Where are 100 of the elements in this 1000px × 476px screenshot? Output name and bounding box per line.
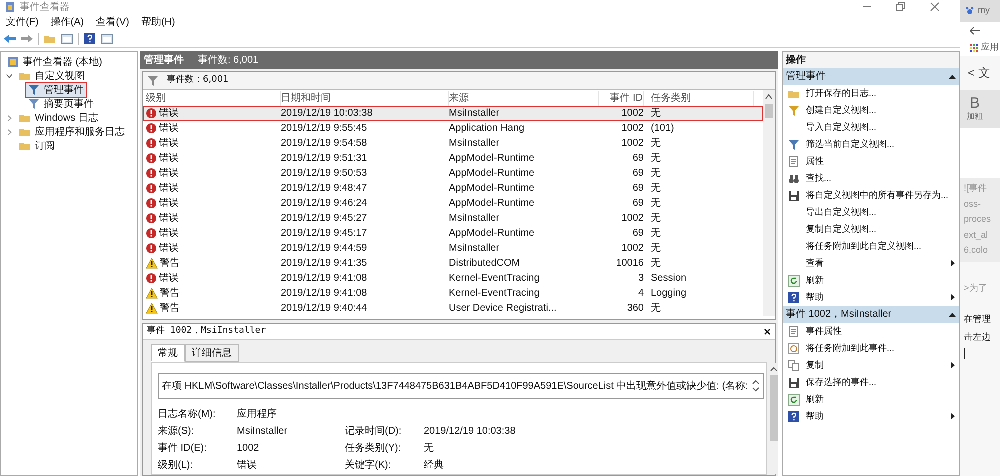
error-icon [146, 108, 157, 119]
action-item[interactable]: 将任务附加到此事件... [783, 340, 959, 357]
spin-arrows-icon[interactable] [752, 379, 760, 393]
collapse-caret-icon[interactable] [949, 74, 956, 79]
table-cell-text: 无 [650, 257, 662, 271]
table-cell-text: 无 [650, 242, 662, 256]
close-button[interactable]: × [764, 326, 771, 338]
action-item[interactable]: 筛选当前自定义视图... [783, 136, 959, 153]
table-cell-text: 无 [650, 227, 662, 241]
table-row[interactable]: 警告 2019/12/19 9:41:35 DistributedCOM 10016 无 [143, 256, 763, 271]
bold-button[interactable]: B [970, 96, 980, 110]
table-row[interactable]: 错误 2019/12/19 9:54:58 MsiInstaller 1002 无 [143, 136, 763, 151]
table-row[interactable]: 错误 2019/12/19 9:46:24 AppModel-Runtime 69 无 [143, 196, 763, 211]
tree-item[interactable]: 摘要页事件 [26, 97, 96, 111]
scrollbar[interactable] [770, 363, 778, 474]
table-row[interactable]: 错误 2019/12/19 9:45:27 MsiInstaller 1002 无 [143, 211, 763, 226]
error-icon [146, 138, 157, 149]
forward-arrow-icon[interactable] [21, 34, 33, 44]
scrollbar[interactable] [763, 90, 775, 316]
document-icon [788, 156, 800, 168]
table-row[interactable]: 错误 2019/12/19 10:03:38 MsiInstaller 1002 无 [143, 106, 763, 121]
table-cell-text: AppModel-Runtime [449, 227, 536, 241]
action-item[interactable]: 帮助 [783, 289, 959, 306]
table-row[interactable]: 警告 2019/12/19 9:41:08 Kernel-EventTracing 4 Logging [143, 286, 763, 301]
table-row[interactable]: 错误 2019/12/19 9:44:59 MsiInstaller 1002 无 [143, 241, 763, 256]
back-link[interactable]: < 文 [968, 64, 990, 82]
table-row[interactable]: 警告 2019/12/19 9:40:44 User Device Registrati... 360 无 [143, 301, 763, 316]
table-cell-text: Kernel-EventTracing [449, 287, 541, 301]
table-row[interactable]: 错误 2019/12/19 9:48:47 AppModel-Runtime 69 无 [143, 181, 763, 196]
code-line: 6,colo [964, 244, 990, 257]
menu-item[interactable]: 查看(V) [96, 14, 130, 30]
scroll-thumb[interactable] [770, 375, 778, 441]
menu-item[interactable]: 文件(F) [6, 14, 39, 30]
table-cell: 错误 [146, 181, 281, 196]
menu-item[interactable]: 帮助(H) [141, 14, 176, 30]
action-item[interactable]: 导出自定义视图... [783, 204, 959, 221]
folder-icon [19, 140, 31, 152]
action-item[interactable]: 复制 [783, 357, 959, 374]
table-row[interactable]: 错误 2019/12/19 9:51:31 AppModel-Runtime 69 无 [143, 151, 763, 166]
tree-item[interactable]: 事件查看器 (本地) [5, 55, 104, 69]
section-header[interactable]: 管理事件 [783, 68, 959, 85]
submenu-arrow-icon [951, 294, 955, 301]
error-icon [146, 213, 157, 224]
error-icon [146, 123, 157, 134]
table-row[interactable]: 错误 2019/12/19 9:41:08 Kernel-EventTracing 3 Session [143, 271, 763, 286]
back-arrow-icon[interactable] [4, 34, 16, 44]
tree-item[interactable]: Windows 日志 [17, 111, 100, 125]
event-viewer-icon [7, 56, 19, 68]
refresh-icon [788, 274, 800, 286]
table-cell-text: 2019/12/19 9:55:45 [281, 122, 368, 136]
field-value: 应用程序 [237, 408, 278, 420]
action-item[interactable]: 创建自定义视图... [783, 102, 959, 119]
action-item[interactable]: 刷新 [783, 391, 959, 408]
close-icon[interactable] [930, 2, 940, 12]
action-item[interactable]: 查看 [783, 255, 959, 272]
table-row[interactable]: 错误 2019/12/19 9:55:45 Application Hang 1002 (101) [143, 121, 763, 136]
error-icon [146, 198, 157, 209]
action-item[interactable]: 将自定义视图中的所有事件另存为... [783, 187, 959, 204]
menu-item[interactable]: 操作(A) [50, 14, 84, 30]
action-item[interactable]: 属性 [783, 153, 959, 170]
scroll-thumb[interactable] [765, 104, 773, 118]
restore-icon[interactable] [896, 2, 906, 12]
section-header[interactable]: 事件 1002，MsiInstaller [783, 306, 959, 323]
action-item[interactable]: 复制自定义视图... [783, 221, 959, 238]
action-item[interactable]: 打开保存的日志... [783, 85, 959, 102]
action-item[interactable]: 事件属性 [783, 323, 959, 340]
title-input[interactable] [960, 128, 1000, 178]
back-icon[interactable] [970, 27, 980, 35]
collapse-caret-icon[interactable] [949, 312, 956, 317]
table-cell-text: 69 [632, 167, 644, 181]
error-icon [146, 273, 157, 284]
details-title: 事件 1002，MsiInstaller [147, 324, 266, 338]
table-cell-text: 2019/12/19 9:54:58 [281, 137, 368, 151]
table-cell-text: MsiInstaller [449, 107, 501, 121]
browser-tab[interactable]: my [978, 4, 990, 18]
refresh-icon [788, 394, 800, 406]
table-row[interactable]: 错误 2019/12/19 9:45:17 AppModel-Runtime 69 无 [143, 226, 763, 241]
error-icon [146, 183, 157, 194]
table-cell-text: 2019/12/19 9:50:53 [281, 167, 368, 181]
action-item[interactable]: 刷新 [783, 272, 959, 289]
tab[interactable]: 详细信息 [185, 344, 239, 362]
message-field[interactable]: 在项 HKLM\Software\Classes\Installer\Products\13F7448475B631B4ABF5D410F99A591E\SourceList 中出现意外值或缺少值: (名称: [158, 373, 764, 399]
table-cell-text: MsiInstaller [449, 137, 501, 151]
tree-item[interactable]: 管理事件 [26, 83, 86, 97]
warning-icon [146, 288, 158, 299]
apps-grid-icon[interactable] [970, 44, 978, 52]
tree-item[interactable]: 应用程序和服务日志 [17, 125, 127, 139]
action-item[interactable]: 帮助 [783, 408, 959, 425]
tab[interactable]: 常规 [151, 344, 185, 362]
table-cell-text: 69 [632, 152, 644, 166]
action-item[interactable]: 将任务附加到此自定义视图... [783, 238, 959, 255]
action-item[interactable]: 查找... [783, 170, 959, 187]
table-row[interactable]: 错误 2019/12/19 9:50:53 AppModel-Runtime 69 无 [143, 166, 763, 181]
field-label: 级别(L): [158, 459, 194, 471]
tree-item[interactable]: 自定义视图 [17, 69, 87, 83]
action-item[interactable]: 导入自定义视图... [783, 119, 959, 136]
help-icon [84, 32, 96, 44]
table-cell-text: Application Hang [449, 122, 526, 136]
action-item[interactable]: 保存选择的事件... [783, 374, 959, 391]
tree-item[interactable]: 订阅 [17, 139, 57, 153]
